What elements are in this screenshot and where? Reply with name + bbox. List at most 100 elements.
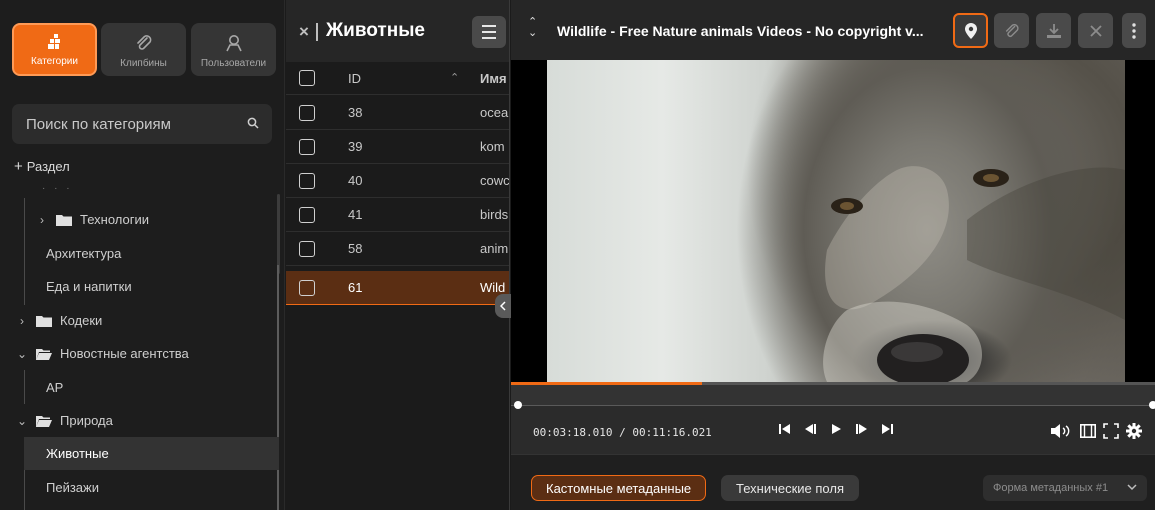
tab-clipbins[interactable]: Клипбины bbox=[101, 23, 186, 76]
plus-icon: + bbox=[14, 158, 23, 175]
table-row[interactable]: 39 kom bbox=[286, 130, 509, 164]
row-checkbox[interactable] bbox=[299, 104, 315, 121]
timecode: 00:03:18.010 / 00:11:16.021 bbox=[533, 426, 712, 439]
column-header-id[interactable]: ID bbox=[348, 71, 361, 86]
close-icon bbox=[1089, 24, 1102, 37]
out-point-marker[interactable] bbox=[1149, 401, 1155, 409]
row-name: kom bbox=[480, 139, 505, 154]
table-row[interactable]: 58 anim bbox=[286, 232, 509, 266]
chevron-down-icon[interactable]: ⌄ bbox=[16, 347, 28, 361]
metadata-bar: Кастомные метаданные Технические поля Фо… bbox=[511, 454, 1155, 510]
chevron-down-icon[interactable]: ⌄ bbox=[16, 414, 28, 428]
tree-item-architecture[interactable]: Архитектура bbox=[0, 237, 279, 270]
folder-icon bbox=[36, 315, 52, 327]
download-icon bbox=[1046, 23, 1061, 38]
tab-users[interactable]: Пользователи bbox=[191, 23, 276, 76]
tree-item-label: Кодеки bbox=[60, 313, 103, 328]
add-section-button[interactable]: + Раздел bbox=[14, 158, 70, 175]
row-id: 41 bbox=[348, 207, 363, 222]
metadata-form-value: Форма метаданных #1 bbox=[993, 482, 1109, 494]
chevron-right-icon[interactable]: › bbox=[36, 213, 48, 227]
tree-item-landscapes[interactable]: Пейзажи bbox=[0, 471, 279, 504]
tree-item-food[interactable]: Еда и напитки bbox=[0, 270, 279, 303]
row-id: 58 bbox=[348, 241, 363, 256]
table-row[interactable]: 41 birds bbox=[286, 198, 509, 232]
search-input[interactable] bbox=[12, 104, 237, 144]
timeline-strip[interactable] bbox=[511, 385, 1155, 406]
tree-item-ap[interactable]: AP bbox=[0, 371, 279, 404]
folder-icon bbox=[56, 214, 72, 226]
close-player-button[interactable] bbox=[1078, 13, 1113, 48]
tree-item-label: Животные bbox=[46, 446, 109, 461]
divider bbox=[316, 23, 318, 41]
paperclip-icon bbox=[136, 35, 151, 50]
tree-item-news-agencies[interactable]: ⌄ Новостные агентства bbox=[0, 337, 279, 370]
table-row-selected[interactable]: 61 Wild bbox=[286, 271, 509, 305]
search-icon[interactable] bbox=[247, 117, 259, 129]
clip-list-panel: × Животные ID ⌃ Имя 38 ocea 39 kom 40 co… bbox=[286, 0, 510, 510]
video-viewport[interactable] bbox=[511, 60, 1155, 382]
in-point-marker[interactable] bbox=[514, 401, 522, 409]
folder-open-icon bbox=[36, 348, 52, 360]
chevron-right-icon[interactable]: › bbox=[16, 314, 28, 328]
close-panel-icon[interactable]: × bbox=[299, 22, 309, 42]
collapse-list-handle[interactable] bbox=[495, 294, 511, 318]
view-controls bbox=[1051, 423, 1142, 439]
skip-to-start-icon[interactable] bbox=[779, 424, 791, 434]
table-row[interactable]: 40 cowc bbox=[286, 164, 509, 198]
tree-item-nature[interactable]: ⌄ Природа bbox=[0, 404, 279, 437]
tree-item-label: Новостные агентства bbox=[60, 346, 189, 361]
location-button[interactable] bbox=[953, 13, 988, 48]
sort-ascending-icon[interactable]: ⌃ bbox=[450, 71, 459, 84]
row-id: 40 bbox=[348, 173, 363, 188]
list-header: × Животные bbox=[286, 0, 509, 62]
prev-next-clip-icon[interactable]: ⌃ ⌄ bbox=[528, 17, 537, 39]
tree-item-technology[interactable]: › Технологии bbox=[0, 203, 279, 236]
tab-categories[interactable]: Категории bbox=[12, 23, 97, 76]
attach-button[interactable] bbox=[994, 13, 1029, 48]
play-icon[interactable] bbox=[831, 424, 841, 434]
metadata-form-select[interactable]: Форма метаданных #1 bbox=[983, 475, 1147, 501]
row-checkbox[interactable] bbox=[299, 240, 315, 257]
tab-categories-label: Категории bbox=[31, 56, 78, 67]
hamburger-icon-bar bbox=[482, 31, 496, 33]
row-checkbox[interactable] bbox=[299, 206, 315, 223]
list-menu-button[interactable] bbox=[472, 16, 506, 48]
categories-icon bbox=[47, 34, 60, 49]
row-checkbox[interactable] bbox=[299, 138, 315, 155]
category-search bbox=[12, 104, 272, 144]
tab-clipbins-label: Клипбины bbox=[120, 58, 167, 69]
sidebar: Категории Клипбины Пользователи +Раздел … bbox=[0, 0, 285, 510]
skip-to-end-icon[interactable] bbox=[881, 424, 893, 434]
tree-item-codecs[interactable]: › Кодеки bbox=[0, 304, 279, 337]
row-name: birds bbox=[480, 207, 509, 222]
video-frame bbox=[547, 60, 1125, 382]
settings-gear-icon[interactable] bbox=[1126, 423, 1142, 439]
download-button[interactable] bbox=[1036, 13, 1071, 48]
step-forward-icon[interactable] bbox=[855, 424, 867, 434]
column-header-name[interactable]: Имя bbox=[480, 71, 507, 86]
volume-icon[interactable] bbox=[1051, 424, 1073, 438]
step-back-icon[interactable] bbox=[805, 424, 817, 434]
tree-item-label: Архитектура bbox=[46, 246, 122, 261]
row-id: 39 bbox=[348, 139, 363, 154]
row-checkbox[interactable] bbox=[299, 172, 315, 189]
select-all-checkbox[interactable] bbox=[299, 70, 315, 86]
table-header: ID ⌃ Имя bbox=[286, 62, 509, 95]
wolf-video-still bbox=[823, 166, 1125, 382]
table-row[interactable]: 38 ocea bbox=[286, 96, 509, 130]
media-player: ⌃ ⌄ Wildlife - Free Nature animals Videos… bbox=[511, 0, 1155, 510]
tab-custom-metadata[interactable]: Кастомные метаданные bbox=[531, 475, 707, 501]
row-checkbox[interactable] bbox=[299, 279, 315, 296]
paperclip-icon bbox=[1005, 23, 1019, 37]
row-id: 38 bbox=[348, 105, 363, 120]
tab-technical-fields[interactable]: Технические поля bbox=[721, 475, 859, 501]
more-options-button[interactable] bbox=[1122, 13, 1146, 48]
fullscreen-icon[interactable] bbox=[1103, 423, 1119, 439]
scroll-ellipsis: · · · bbox=[42, 183, 73, 194]
folder-open-icon bbox=[36, 415, 52, 427]
more-vertical-icon bbox=[1132, 22, 1136, 39]
tab-users-label: Пользователи bbox=[200, 58, 267, 69]
filmstrip-icon[interactable] bbox=[1080, 424, 1096, 438]
tree-item-animals[interactable]: Животные bbox=[24, 437, 279, 470]
